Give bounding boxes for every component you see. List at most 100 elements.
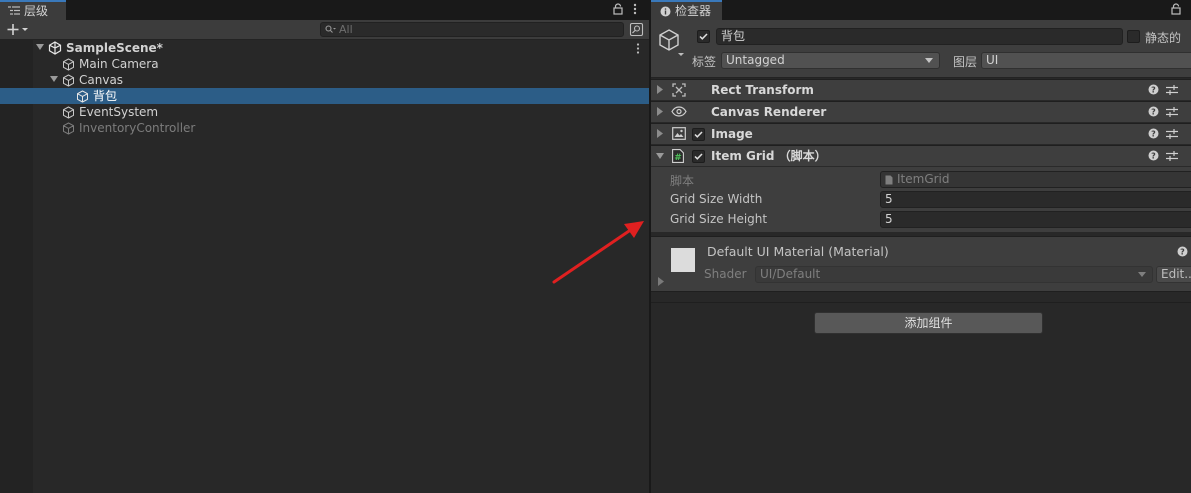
tree-item-label: Canvas — [79, 73, 124, 87]
component-canvas-renderer[interactable]: Canvas Renderer ? — [651, 101, 1191, 122]
svg-text:?: ? — [1151, 130, 1156, 139]
help-icon[interactable]: ? — [1177, 246, 1188, 257]
inspector-tab-bar: 检查器 — [651, 0, 1191, 20]
unity-scene-icon — [48, 41, 62, 55]
foldout-collapsed-icon[interactable] — [657, 129, 663, 138]
grid-size-width-label: Grid Size Width — [670, 192, 763, 206]
scene-menu-icon[interactable] — [636, 43, 640, 54]
gameobject-cube-icon — [62, 74, 75, 87]
hierarchy-tab-bar: 层级 — [0, 0, 649, 20]
gameobject-cube-icon — [76, 90, 89, 103]
lock-icon[interactable] — [1171, 3, 1181, 15]
foldout-collapsed-icon[interactable] — [657, 85, 663, 94]
script-label: 脚本 — [670, 174, 695, 188]
tree-item-inventory-controller[interactable]: InventoryController — [0, 120, 649, 136]
foldout-expanded-icon[interactable] — [656, 153, 664, 159]
tree-item-label: Main Camera — [79, 57, 159, 71]
component-rect-transform[interactable]: Rect Transform ? — [651, 79, 1191, 100]
script-file-icon — [885, 175, 893, 185]
csharp-script-icon: # — [672, 149, 684, 163]
rect-transform-icon — [672, 83, 686, 97]
search-icon — [325, 25, 336, 34]
script-enabled-checkbox[interactable] — [692, 150, 705, 163]
layer-dropdown[interactable]: UI — [981, 52, 1191, 69]
shader-dropdown-value: UI/Default — [760, 267, 821, 281]
static-label: 静态的 — [1145, 31, 1182, 45]
tab-hierarchy[interactable]: 层级 — [0, 0, 66, 20]
preset-settings-icon[interactable] — [1166, 84, 1178, 96]
help-icon[interactable]: ? — [1148, 128, 1159, 139]
foldout-collapsed-icon[interactable] — [657, 107, 663, 116]
material-section: Default UI Material (Material) ? Shader … — [651, 236, 1191, 292]
chevron-down-icon — [1138, 272, 1146, 278]
script-reference-field: ItemGrid — [880, 171, 1191, 188]
help-icon[interactable]: ? — [1148, 106, 1159, 117]
eye-icon — [671, 106, 687, 117]
shader-label: Shader — [704, 267, 747, 281]
gameobject-large-icon[interactable] — [658, 28, 684, 58]
item-grid-properties: 脚本 ItemGrid Grid Size Width 5 Grid Size … — [651, 166, 1191, 232]
svg-text:?: ? — [1151, 108, 1156, 117]
tree-item-canvas[interactable]: Canvas — [0, 72, 649, 88]
preset-settings-icon[interactable] — [1166, 150, 1178, 162]
tab-inspector-label: 检查器 — [675, 4, 712, 18]
grid-size-height-input[interactable]: 5 — [880, 211, 1191, 228]
shader-edit-button[interactable]: Edit... — [1156, 266, 1191, 283]
info-icon — [660, 6, 671, 17]
grid-size-width-input[interactable]: 5 — [880, 191, 1191, 208]
svg-text:#: # — [674, 153, 682, 163]
static-checkbox[interactable] — [1127, 30, 1140, 43]
separator — [651, 302, 1191, 303]
svg-text:?: ? — [1151, 152, 1156, 161]
hierarchy-panel: 层级 All SampleScene* Main Camera Canvas 背… — [0, 0, 649, 493]
add-plus-icon[interactable] — [7, 23, 29, 36]
svg-text:?: ? — [1180, 248, 1185, 257]
tag-dropdown[interactable]: Untagged — [721, 52, 940, 69]
search-by-type-icon[interactable] — [629, 22, 644, 37]
list-icon — [8, 5, 20, 16]
hierarchy-search-field[interactable]: All — [320, 22, 624, 37]
component-name: Canvas Renderer — [711, 105, 827, 119]
tree-item-main-camera[interactable]: Main Camera — [0, 56, 649, 72]
tree-item-backpack[interactable]: 背包 — [0, 88, 649, 104]
layer-label: 图层 — [953, 55, 978, 69]
foldout-expanded-icon[interactable] — [50, 76, 58, 83]
component-name: Image — [711, 127, 753, 141]
image-icon — [672, 127, 686, 140]
help-icon[interactable]: ? — [1148, 150, 1159, 161]
tree-item-label: EventSystem — [79, 105, 159, 119]
layer-dropdown-value: UI — [986, 53, 999, 67]
shader-dropdown[interactable]: UI/Default — [755, 266, 1153, 283]
gameobject-cube-icon — [62, 58, 75, 71]
component-name: Item Grid （脚本） — [711, 149, 827, 163]
chevron-down-icon — [925, 58, 933, 64]
tree-item-label: InventoryController — [79, 121, 196, 135]
active-checkbox[interactable] — [697, 30, 710, 43]
component-image[interactable]: Image ? — [651, 123, 1191, 144]
preset-settings-icon[interactable] — [1166, 106, 1178, 118]
object-name-input[interactable]: 背包 — [716, 28, 1123, 45]
material-preview-swatch[interactable] — [671, 248, 695, 272]
tree-item-event-system[interactable]: EventSystem — [0, 104, 649, 120]
tag-label: 标签 — [692, 55, 717, 69]
image-enabled-checkbox[interactable] — [692, 128, 705, 141]
tree-item-label: 背包 — [93, 89, 118, 103]
foldout-expanded-icon[interactable] — [36, 44, 44, 51]
tree-item-scene[interactable]: SampleScene* — [0, 40, 649, 56]
add-component-button[interactable]: 添加组件 — [814, 312, 1043, 334]
help-icon[interactable]: ? — [1148, 84, 1159, 95]
component-item-grid[interactable]: # Item Grid （脚本） ? — [651, 145, 1191, 166]
lock-icon[interactable] — [613, 3, 623, 15]
tab-inspector[interactable]: 检查器 — [651, 0, 722, 20]
search-placeholder: All — [339, 23, 353, 36]
gameobject-cube-icon — [62, 122, 75, 135]
tab-hierarchy-label: 层级 — [24, 4, 49, 18]
preset-settings-icon[interactable] — [1166, 128, 1178, 140]
gameobject-cube-icon — [62, 106, 75, 119]
inspector-panel: 检查器 背包 静态的 标签 Untagged 图层 UI Rect Transf… — [651, 0, 1191, 493]
script-reference-value: ItemGrid — [897, 172, 950, 186]
material-title: Default UI Material (Material) — [707, 244, 889, 259]
foldout-collapsed-icon[interactable] — [658, 277, 664, 286]
tree-item-label: SampleScene* — [66, 41, 163, 55]
kebab-menu-icon[interactable] — [633, 3, 637, 15]
